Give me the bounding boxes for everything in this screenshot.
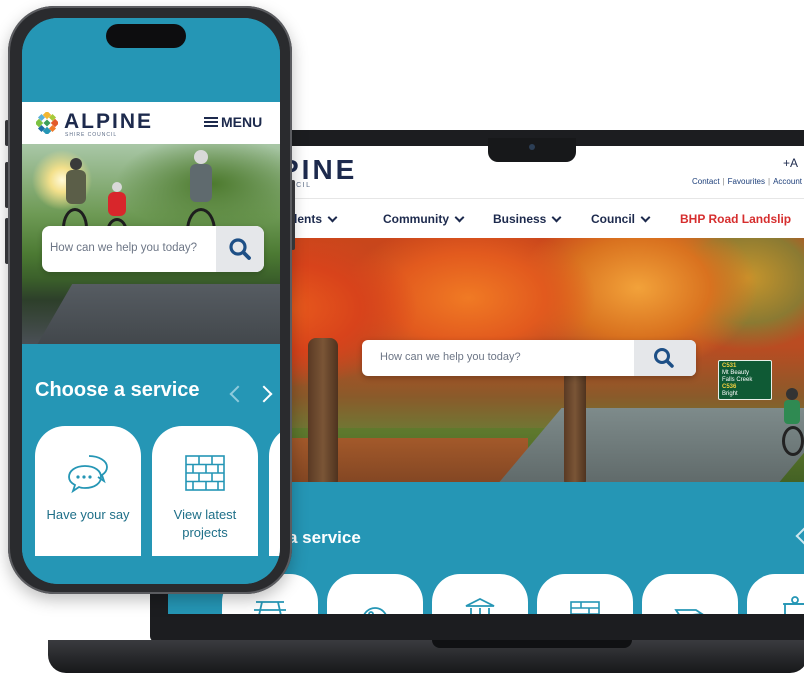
road-sign-route: C536 (722, 384, 737, 390)
tree-trunk (308, 338, 338, 482)
road-sign: C531 Mt Beauty Falls Creek C536 Bright (718, 360, 772, 400)
laptop-hinge-notch (432, 640, 632, 648)
contact-link[interactable]: Contact (692, 177, 720, 186)
utility-links: Contact | Favourites | Account (692, 177, 802, 186)
chevron-down-icon (551, 212, 562, 223)
chevron-down-icon (327, 212, 338, 223)
nav-item-business[interactable]: Business (493, 212, 562, 226)
chevron-down-icon (454, 212, 465, 223)
service-card-partial[interactable] (269, 426, 280, 556)
nav-item-community[interactable]: Community (383, 212, 465, 226)
road-sign-destination: Mt Beauty (722, 370, 750, 376)
phone-services-section: Choose a service Have your say View late… (22, 344, 280, 584)
laptop-services-title: a service (288, 528, 361, 547)
hero-road (494, 408, 804, 482)
search-icon (654, 348, 674, 368)
phone-search-button[interactable] (216, 226, 264, 272)
separator: | (768, 177, 771, 186)
separator: | (722, 177, 725, 186)
road-sign-destination: Bright (722, 391, 738, 397)
phone-screen: ALPINE SHIRE COUNCIL MENU How can we hel… (22, 18, 280, 584)
account-link[interactable]: Account (773, 177, 802, 186)
laptop-base (48, 640, 804, 673)
nav-item-label: Council (591, 212, 635, 226)
phone-header: ALPINE SHIRE COUNCIL MENU (22, 102, 280, 144)
phone-search-bar (42, 226, 264, 272)
service-card-label: View latest projects (173, 507, 237, 540)
carousel-next-icon[interactable] (255, 385, 273, 403)
nav-item-label: Community (383, 212, 449, 226)
chevron-down-icon (640, 212, 651, 223)
font-size-control[interactable]: +A (783, 156, 798, 170)
hamburger-menu-icon (204, 117, 218, 127)
search-icon (229, 238, 251, 260)
laptop-search-input[interactable] (380, 351, 620, 363)
nav-item-label: Business (493, 212, 547, 226)
laptop-search-button[interactable] (634, 340, 696, 376)
phone-frame: ALPINE SHIRE COUNCIL MENU How can we hel… (8, 6, 292, 594)
laptop-camera (488, 138, 576, 162)
dynamic-island (106, 24, 186, 48)
menu-button[interactable]: MENU (204, 113, 272, 133)
phone-services-title: Choose a service (35, 379, 200, 401)
service-card-have-your-say[interactable]: Have your say (35, 426, 141, 556)
phone-logo[interactable]: ALPINE (64, 110, 153, 134)
carousel-prev-icon[interactable] (795, 527, 804, 545)
cyclist (780, 388, 804, 458)
service-card-label: Have your say (46, 507, 130, 522)
nav-item-council[interactable]: Council (591, 212, 651, 226)
favourites-link[interactable]: Favourites (728, 177, 765, 186)
phone-logo-subtitle: SHIRE COUNCIL (65, 132, 118, 138)
hero-road (31, 284, 280, 344)
road-sign-destination: Falls Creek (722, 377, 753, 383)
brick-wall-icon (185, 455, 225, 491)
laptop-bottom-bezel (168, 614, 804, 624)
carousel-prev-icon[interactable] (229, 385, 247, 403)
nav-item-bhp-road-landslip[interactable]: BHP Road Landslip (680, 212, 791, 226)
service-card-view-latest-projects[interactable]: View latest projects (152, 426, 258, 556)
phone-search-input[interactable] (50, 242, 220, 254)
speech-bubbles-icon (68, 455, 108, 494)
laptop-search-bar (362, 340, 696, 376)
road-sign-route: C531 (722, 363, 737, 369)
menu-label: MENU (221, 114, 263, 130)
alpine-logo-mark-icon (36, 112, 58, 134)
